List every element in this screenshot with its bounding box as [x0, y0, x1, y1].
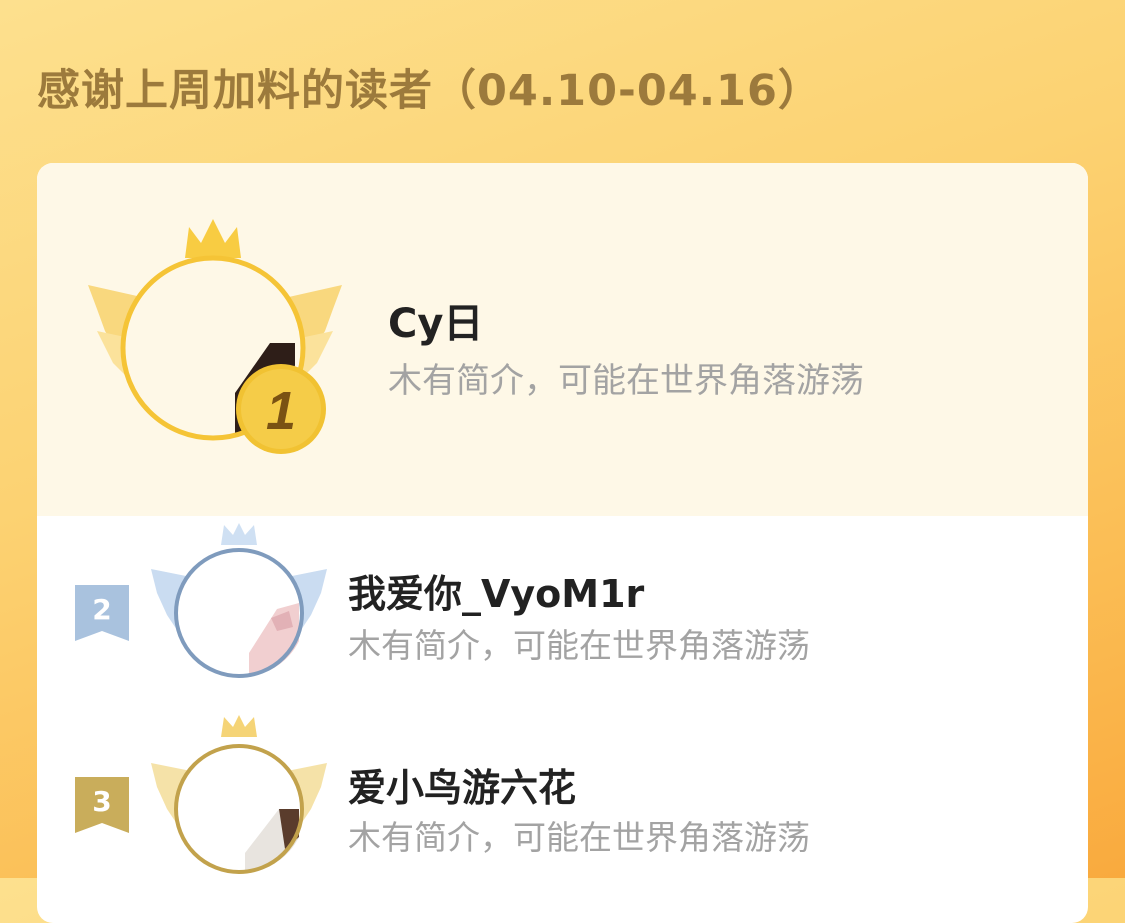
rank-1-avatar[interactable]: 1	[85, 213, 345, 463]
reader-ranking-card: 1 Cy日 木有简介，可能在世界角落游荡 2 我爱你_VyoM1r 木有简介，可…	[37, 163, 1088, 923]
gold-crown-frame-icon: 1	[88, 219, 342, 454]
rank-1-number: 1	[266, 381, 296, 441]
rank-3-badge: 3	[75, 777, 129, 833]
rank-3-name[interactable]: 爱小鸟游六花	[348, 757, 576, 812]
bronze-crown-frame-icon	[151, 715, 327, 874]
rank-2-number: 2	[92, 593, 112, 626]
silver-crown-frame-icon	[151, 523, 327, 678]
rank-2-name[interactable]: 我爱你_VyoM1r	[348, 563, 644, 618]
top-reader-section[interactable]: 1 Cy日 木有简介，可能在世界角落游荡	[37, 163, 1088, 516]
rank-2-badge: 2	[75, 585, 129, 641]
rank-1-bio: 木有简介，可能在世界角落游荡	[388, 361, 864, 401]
rank-3-bio: 木有简介，可能在世界角落游荡	[348, 818, 810, 857]
rank-3-avatar[interactable]	[149, 713, 329, 878]
rank-2-avatar[interactable]	[149, 523, 329, 683]
rank-3-number: 3	[92, 785, 112, 818]
rank-1-name[interactable]: Cy日	[388, 291, 483, 349]
page-title: 感谢上周加料的读者（04.10-04.16）	[37, 66, 822, 116]
rank-2-bio: 木有简介，可能在世界角落游荡	[348, 626, 810, 665]
